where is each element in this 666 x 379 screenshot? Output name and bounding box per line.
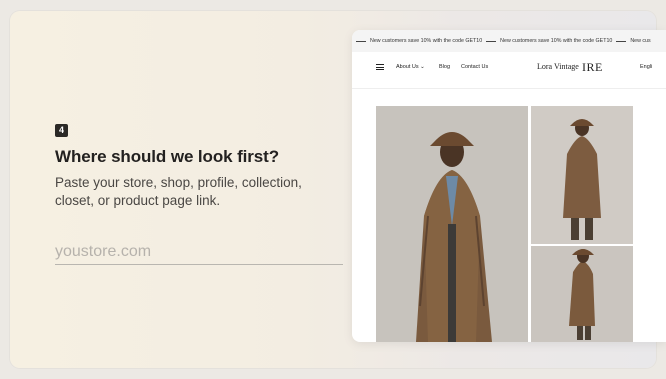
helper-text: Paste your store, shop, profile, collect…: [55, 175, 302, 208]
announcement-text: New customers save 10% with the code GET…: [500, 38, 613, 44]
language-selector[interactable]: Engli: [640, 64, 652, 70]
divider: [486, 40, 497, 42]
nav-about-label: About Us: [396, 64, 419, 70]
shop-nav: About Us ⌄ Blog Contact Us Lora Vintage …: [352, 52, 666, 89]
shop-name[interactable]: Lora Vintage: [537, 62, 579, 71]
shop-logo[interactable]: IRE: [582, 60, 603, 75]
coat-front-photo[interactable]: [376, 106, 528, 342]
divider: [356, 40, 366, 42]
shop-preview: New customers save 10% with the code GET…: [352, 30, 666, 342]
announcement-text: New customers save 10% with the code GET…: [370, 38, 483, 44]
announcement-bar: New customers save 10% with the code GET…: [352, 30, 666, 52]
step-badge: 4: [55, 124, 68, 137]
coat-back-photo[interactable]: [531, 106, 633, 244]
nav-blog[interactable]: Blog: [439, 64, 450, 70]
coat-side-photo[interactable]: [531, 246, 633, 342]
menu-icon[interactable]: [376, 64, 384, 70]
divider: [616, 40, 627, 42]
chevron-down-icon: ⌄: [420, 64, 425, 70]
nav-about-us[interactable]: About Us ⌄: [396, 64, 425, 70]
store-url-input[interactable]: [55, 240, 343, 265]
question-heading: Where should we look first?: [55, 147, 279, 166]
nav-contact-us[interactable]: Contact Us: [461, 64, 488, 70]
announcement-text: New cus: [630, 38, 651, 44]
